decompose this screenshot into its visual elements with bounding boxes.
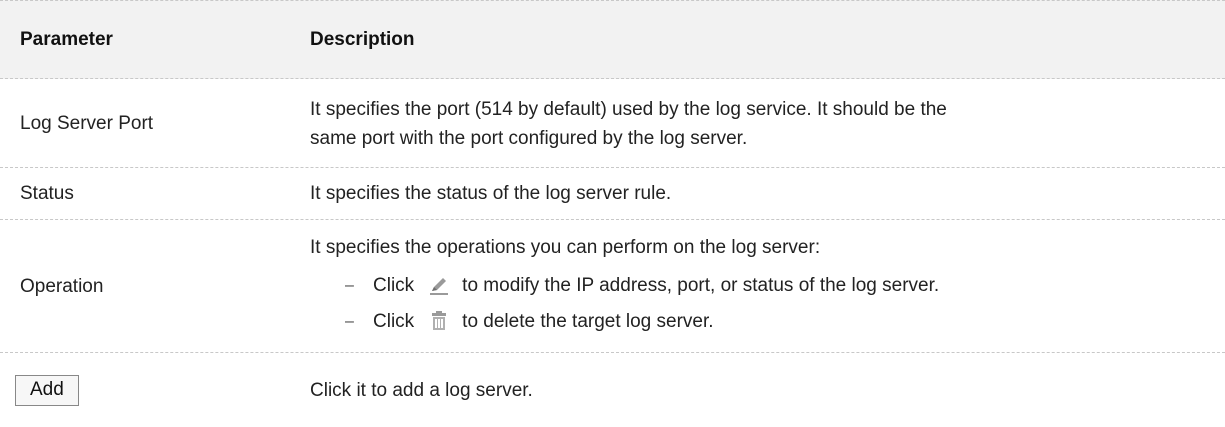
description-cell: It specifies the port (514 by default) u… <box>310 93 1225 153</box>
operation-intro: It specifies the operations you can perf… <box>310 237 821 258</box>
operation-list: – Click to modify the IP address, port, … <box>310 267 1205 339</box>
header-parameter: Parameter <box>20 28 113 50</box>
table-header-row: Parameter Description <box>0 0 1225 79</box>
description-line: It specifies the port (514 by default) u… <box>310 99 947 120</box>
edit-pencil-icon <box>428 274 450 296</box>
parameter-cell: Add <box>0 374 310 406</box>
add-button[interactable]: Add <box>15 374 79 406</box>
list-item: – Click to modify the IP address, port, … <box>310 267 1205 303</box>
list-dash: – <box>345 276 354 294</box>
parameter-table: Parameter Description Log Server Port It… <box>0 0 1225 427</box>
table-row: Log Server Port It specifies the port (5… <box>0 79 1225 168</box>
description-cell: It specifies the status of the log serve… <box>310 183 672 204</box>
list-dash: – <box>345 312 354 330</box>
trash-bin-icon <box>428 310 450 332</box>
list-item: – Click to delete the target log server. <box>310 303 1205 339</box>
parameter-cell: Log Server Port <box>20 112 154 134</box>
table-row: Operation It specifies the operations yo… <box>0 220 1225 353</box>
click-label: Click <box>373 274 415 296</box>
description-cell: It specifies the operations you can perf… <box>310 233 1225 339</box>
header-description: Description <box>310 28 415 50</box>
parameter-cell: Status <box>20 183 74 204</box>
table-row: Add Click it to add a log server. <box>0 353 1225 427</box>
operation-text: to modify the IP address, port, or statu… <box>462 274 940 296</box>
parameter-cell: Operation <box>20 275 104 297</box>
description-cell: Click it to add a log server. <box>310 379 533 401</box>
table-row: Status It specifies the status of the lo… <box>0 168 1225 220</box>
description-line: same port with the port configured by th… <box>310 128 748 149</box>
operation-text: to delete the target log server. <box>462 310 714 332</box>
click-label: Click <box>373 310 415 332</box>
